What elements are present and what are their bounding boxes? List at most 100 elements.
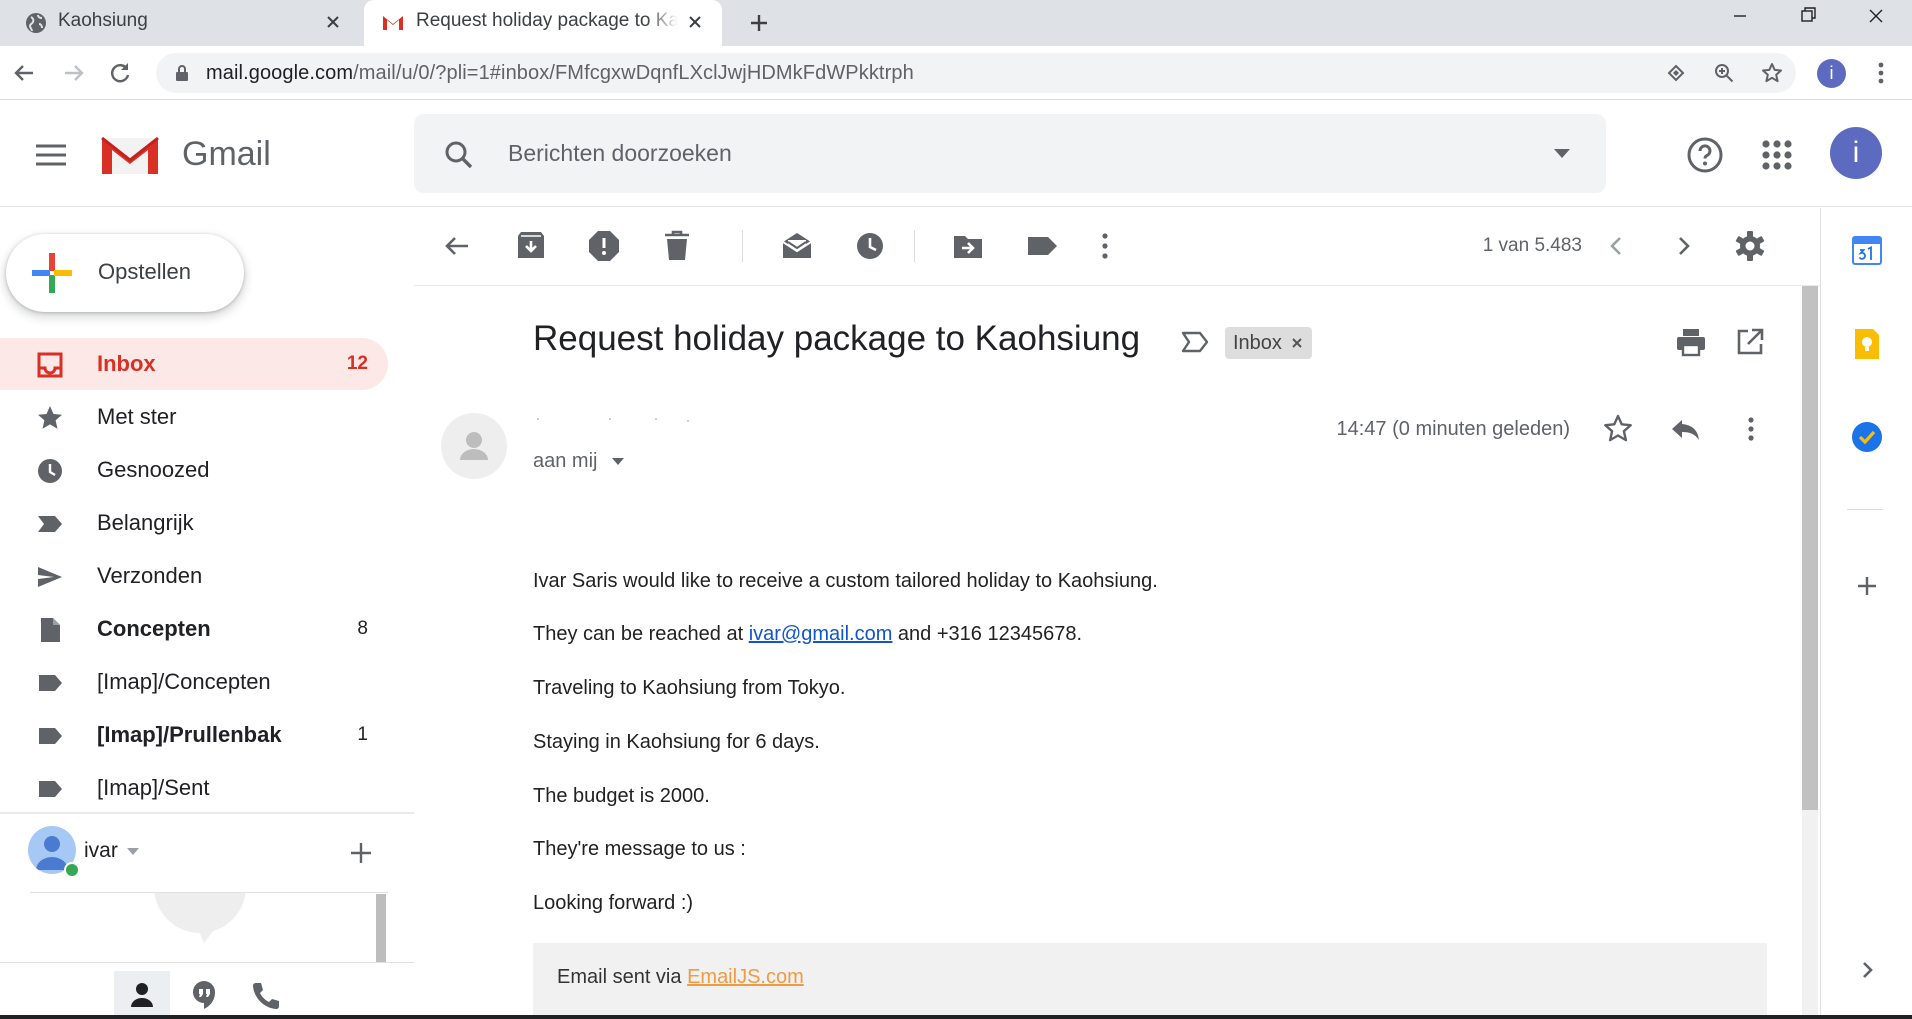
- snooze-clock-icon[interactable]: [852, 228, 888, 264]
- message-scrollbar[interactable]: [1802, 286, 1818, 810]
- nav-item-drafts[interactable]: Concepten 8: [0, 603, 388, 655]
- nav-item-important[interactable]: Belangrijk: [0, 497, 388, 549]
- online-status-dot: [64, 862, 80, 878]
- reply-icon[interactable]: [1668, 412, 1702, 446]
- body-line: Looking forward :): [533, 892, 694, 914]
- back-icon[interactable]: [8, 57, 40, 89]
- extension-icon[interactable]: [1664, 61, 1688, 85]
- message-subject: Request holiday package to Kaohsiung: [533, 319, 1141, 358]
- new-tab-icon[interactable]: [742, 6, 776, 40]
- report-spam-icon[interactable]: [586, 228, 622, 264]
- hangouts-chat-icon[interactable]: [176, 971, 232, 1019]
- nav-item-imap-concepten[interactable]: [Imap]/Concepten: [0, 656, 388, 708]
- gmail-header: Gmail Berichten doorzoeken i: [0, 101, 1912, 207]
- inbox-label-chip: Inbox: [1225, 327, 1312, 359]
- nav-item-sent[interactable]: Verzonden: [0, 550, 388, 602]
- lock-icon[interactable]: [172, 63, 192, 83]
- close-window-icon[interactable]: [1842, 0, 1910, 36]
- add-contact-icon[interactable]: [346, 838, 376, 868]
- close-tab-icon[interactable]: [320, 9, 346, 35]
- main-menu-icon[interactable]: [30, 137, 72, 173]
- message-more-options-icon[interactable]: [1734, 412, 1768, 446]
- remove-label-close-icon[interactable]: [1290, 336, 1304, 350]
- label-chip-text: Inbox: [1233, 331, 1282, 354]
- importance-marker-icon[interactable]: [1180, 329, 1210, 355]
- back-to-inbox-icon[interactable]: [439, 228, 475, 264]
- minimize-icon[interactable]: [1706, 0, 1774, 36]
- star-message-icon[interactable]: [1601, 412, 1635, 446]
- add-addon-plus-icon[interactable]: [1849, 568, 1885, 604]
- labels-icon[interactable]: [1024, 228, 1060, 264]
- browser-tab-kaohsiung[interactable]: Kaohsiung: [0, 0, 360, 46]
- recipient-details-chevron-down-icon[interactable]: [611, 456, 625, 466]
- browser-profile-avatar[interactable]: i: [1817, 59, 1846, 88]
- print-icon[interactable]: [1675, 326, 1707, 358]
- search-box[interactable]: Berichten doorzoeken: [414, 114, 1606, 193]
- gmail-wordmark: Gmail: [182, 135, 271, 173]
- tasks-icon[interactable]: [1849, 419, 1885, 455]
- gmail-logo-icon[interactable]: [98, 130, 162, 178]
- body-line: Traveling to Kaohsiung from Tokyo.: [533, 677, 846, 699]
- calendar-icon[interactable]: [1849, 232, 1885, 268]
- contacts-person-icon[interactable]: [114, 971, 170, 1019]
- older-chevron-right-icon[interactable]: [1665, 228, 1701, 264]
- zoom-icon[interactable]: [1712, 61, 1736, 85]
- nav-item-imap-sent[interactable]: [Imap]/Sent: [0, 762, 388, 814]
- search-icon[interactable]: [442, 138, 476, 172]
- more-options-icon[interactable]: [1087, 228, 1123, 264]
- send-icon: [36, 563, 64, 591]
- forward-icon[interactable]: [58, 57, 90, 89]
- label-icon: [36, 722, 64, 750]
- keep-icon[interactable]: [1849, 326, 1885, 362]
- restore-icon[interactable]: [1774, 0, 1842, 36]
- chevron-down-icon[interactable]: [126, 846, 140, 856]
- message-action-bar: 1 van 5.483: [414, 208, 1820, 286]
- message-timestamp: 14:47 (0 minuten geleden): [1336, 418, 1571, 440]
- help-icon[interactable]: [1685, 135, 1725, 175]
- expand-panel-chevron-right-icon[interactable]: [1849, 952, 1885, 988]
- settings-gear-icon[interactable]: [1732, 228, 1768, 264]
- compose-button[interactable]: Opstellen: [6, 234, 244, 312]
- phone-icon[interactable]: [236, 971, 292, 1019]
- globe-icon: [24, 11, 48, 35]
- newer-chevron-left-icon[interactable]: [1599, 228, 1635, 264]
- footer-text: Email sent via EmailJS.com: [557, 966, 804, 989]
- account-avatar[interactable]: i: [1830, 127, 1882, 179]
- delete-icon[interactable]: [659, 228, 695, 264]
- hangouts-scrollbar[interactable]: [376, 894, 386, 962]
- bookmark-star-icon[interactable]: [1760, 61, 1784, 85]
- label-icon: [36, 669, 64, 697]
- address-bar[interactable]: mail.google.com/mail/u/0/?pli=1#inbox/FM…: [156, 53, 1796, 93]
- sender-avatar[interactable]: [441, 413, 507, 479]
- hangouts-panel: [30, 892, 388, 962]
- open-new-window-icon[interactable]: [1734, 326, 1766, 358]
- label-icon: [36, 775, 64, 803]
- nav-label: Belangrijk: [97, 510, 194, 535]
- nav-label: [Imap]/Prullenbak: [97, 722, 282, 747]
- apps-grid-icon[interactable]: [1757, 135, 1797, 175]
- archive-icon[interactable]: [513, 228, 549, 264]
- nav-item-imap-prullenbak[interactable]: [Imap]/Prullenbak 1: [0, 709, 388, 761]
- search-options-chevron-down-icon[interactable]: [1552, 146, 1572, 160]
- sender-name-redacted[interactable]: [534, 415, 694, 423]
- body-line: Ivar Saris would like to receive a custo…: [533, 570, 1158, 592]
- browser-tab-gmail[interactable]: Request holiday package to Kaohsiung: [364, 0, 722, 46]
- close-tab-icon[interactable]: [682, 9, 708, 35]
- move-to-icon[interactable]: [950, 228, 986, 264]
- side-panel: [1820, 208, 1912, 1019]
- nav-count: 8: [357, 618, 368, 639]
- hangouts-user-name[interactable]: ivar: [84, 839, 118, 863]
- reload-icon[interactable]: [104, 57, 136, 89]
- email-link[interactable]: ivar@gmail.com: [749, 623, 893, 645]
- nav-label: [Imap]/Sent: [97, 775, 210, 800]
- mark-unread-icon[interactable]: [779, 228, 815, 264]
- nav-item-snoozed[interactable]: Gesnoozed: [0, 444, 388, 496]
- compose-plus-icon: [30, 251, 74, 295]
- nav-item-starred[interactable]: Met ster: [0, 391, 388, 443]
- compose-label: Opstellen: [98, 259, 191, 284]
- nav-item-inbox[interactable]: Inbox 12: [0, 338, 388, 390]
- browser-menu-icon[interactable]: [1866, 58, 1896, 88]
- pagination-text: 1 van 5.483: [1482, 235, 1582, 256]
- browser-toolbar: mail.google.com/mail/u/0/?pli=1#inbox/FM…: [0, 46, 1912, 100]
- emailjs-link[interactable]: EmailJS.com: [687, 966, 804, 988]
